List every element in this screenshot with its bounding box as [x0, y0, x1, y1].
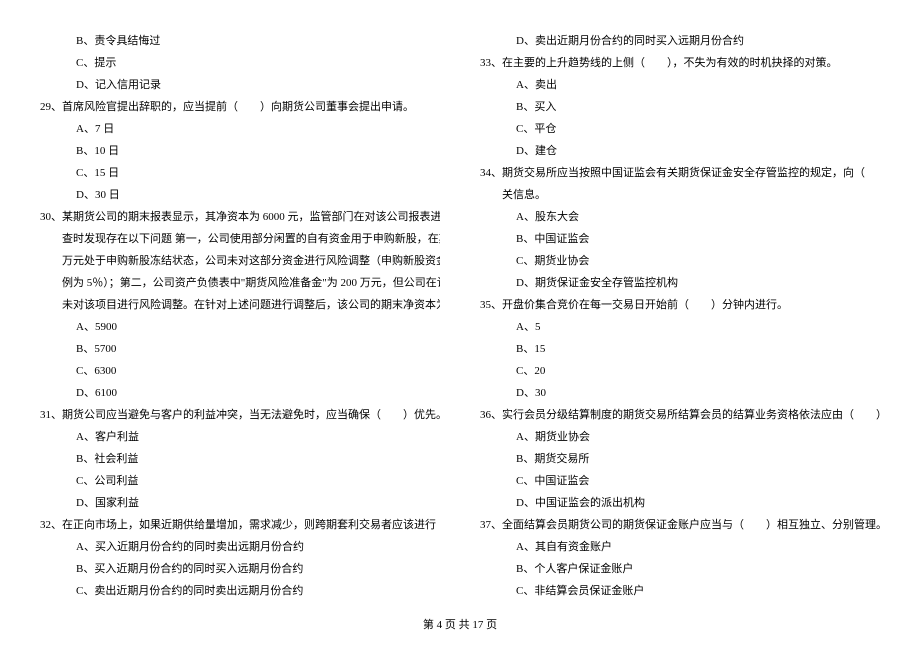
- question-text: 32、在正向市场上，如果近期供给量增加，需求减少，则跨期套利交易者应该进行（ ）: [40, 514, 440, 536]
- option-text: B、买入近期月份合约的同时买入远期月份合约: [40, 558, 440, 580]
- option-text: C、公司利益: [40, 470, 440, 492]
- question-text: 36、实行会员分级结算制度的期货交易所结算会员的结算业务资格依法应由（ ）批准。: [480, 404, 880, 426]
- option-text: A、其自有资金账户: [480, 536, 880, 558]
- question-text: 33、在主要的上升趋势线的上侧（ ），不失为有效的时机抉择的对策。: [480, 52, 880, 74]
- option-text: A、期货业协会: [480, 426, 880, 448]
- option-text: D、期货保证金安全存管监控机构: [480, 272, 880, 294]
- option-text: D、国家利益: [40, 492, 440, 514]
- question-text: 37、全面结算会员期货公司的期货保证金账户应当与（ ）相互独立、分别管理。: [480, 514, 880, 536]
- question-text: 例为 5％）；第二，公司资产负债表中"期货风险准备金"为 200 万元，但公司在…: [40, 272, 440, 294]
- option-text: C、中国证监会: [480, 470, 880, 492]
- option-text: D、中国证监会的派出机构: [480, 492, 880, 514]
- option-text: A、股东大会: [480, 206, 880, 228]
- option-text: D、30: [480, 382, 880, 404]
- question-text: 30、某期货公司的期末报表显示，其净资本为 6000 元，监管部门在对该公司报表…: [40, 206, 440, 228]
- option-text: C、20: [480, 360, 880, 382]
- option-text: B、5700: [40, 338, 440, 360]
- question-text: 未对该项目进行风险调整。在针对上述问题进行调整后，该公司的期末净资本为（ ）: [40, 294, 440, 316]
- question-text: 35、开盘价集合竞价在每一交易日开始前（ ）分钟内进行。: [480, 294, 880, 316]
- option-text: C、6300: [40, 360, 440, 382]
- question-text: 29、首席风险官提出辞职的，应当提前（ ）向期货公司董事会提出申请。: [40, 96, 440, 118]
- option-text: A、卖出: [480, 74, 880, 96]
- option-text: B、15: [480, 338, 880, 360]
- option-text: B、中国证监会: [480, 228, 880, 250]
- option-text: D、卖出近期月份合约的同时买入远期月份合约: [480, 30, 880, 52]
- option-text: D、6100: [40, 382, 440, 404]
- option-text: A、买入近期月份合约的同时卖出远期月份合约: [40, 536, 440, 558]
- question-text: 34、期货交易所应当按照中国证监会有关期货保证金安全存管监控的规定，向（ ）报送…: [480, 162, 880, 184]
- right-column: D、卖出近期月份合约的同时买入远期月份合约 33、在主要的上升趋势线的上侧（ ）…: [460, 30, 880, 570]
- option-text: B、社会利益: [40, 448, 440, 470]
- option-text: B、期货交易所: [480, 448, 880, 470]
- option-text: A、5: [480, 316, 880, 338]
- option-text: A、5900: [40, 316, 440, 338]
- option-text: C、期货业协会: [480, 250, 880, 272]
- question-text: 查时发现存在以下问题 第一，公司使用部分闲置的自有资金用于申购新股，在期末时仍有…: [40, 228, 440, 250]
- option-text: D、30 日: [40, 184, 440, 206]
- page-content: B、责令具结悔过 C、提示 D、记入信用记录 29、首席风险官提出辞职的，应当提…: [0, 0, 920, 610]
- option-text: B、买入: [480, 96, 880, 118]
- page-footer: 第 4 页 共 17 页: [0, 616, 920, 632]
- question-text: 关信息。: [480, 184, 880, 206]
- question-text: 31、期货公司应当避免与客户的利益冲突，当无法避免时，应当确保（ ）优先。: [40, 404, 440, 426]
- option-text: B、责令具结悔过: [40, 30, 440, 52]
- option-text: C、卖出近期月份合约的同时卖出远期月份合约: [40, 580, 440, 602]
- option-text: C、非结算会员保证金账户: [480, 580, 880, 602]
- question-text: 万元处于申购新股冻结状态，公司未对这部分资金进行风险调整（申购新股资金的风险调整…: [40, 250, 440, 272]
- option-text: C、提示: [40, 52, 440, 74]
- option-text: D、记入信用记录: [40, 74, 440, 96]
- option-text: D、建仓: [480, 140, 880, 162]
- option-text: C、平仓: [480, 118, 880, 140]
- option-text: A、7 日: [40, 118, 440, 140]
- left-column: B、责令具结悔过 C、提示 D、记入信用记录 29、首席风险官提出辞职的，应当提…: [40, 30, 460, 570]
- option-text: A、客户利益: [40, 426, 440, 448]
- option-text: B、10 日: [40, 140, 440, 162]
- option-text: B、个人客户保证金账户: [480, 558, 880, 580]
- option-text: C、15 日: [40, 162, 440, 184]
